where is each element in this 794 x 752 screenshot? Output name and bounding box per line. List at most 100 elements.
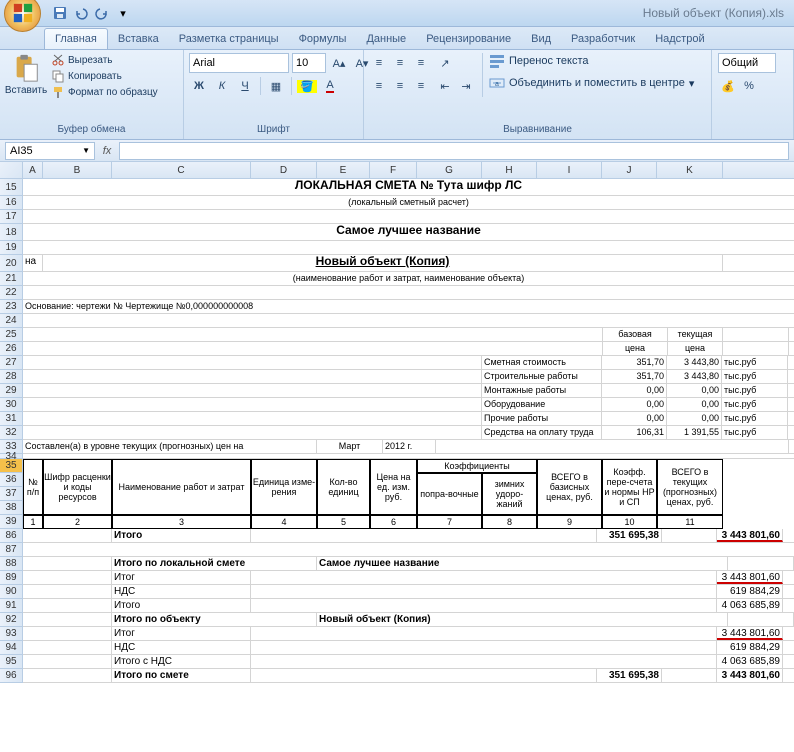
row-header-21[interactable]: 21 xyxy=(0,272,22,286)
row-header-29[interactable]: 29 xyxy=(0,384,22,398)
tab-developer[interactable]: Разработчик xyxy=(561,29,645,49)
wrap-text-button[interactable]: Перенос текста xyxy=(489,53,694,69)
align-top-icon[interactable]: ≡ xyxy=(369,53,389,73)
tab-data[interactable]: Данные xyxy=(356,29,416,49)
orientation-icon[interactable]: ↗ xyxy=(435,53,455,73)
group-alignment-label: Выравнивание xyxy=(369,123,706,136)
row-header-18[interactable]: 18 xyxy=(0,224,22,241)
col-header-E[interactable]: E xyxy=(317,162,370,178)
col-header-K[interactable]: K xyxy=(657,162,723,178)
align-center-icon[interactable]: ≡ xyxy=(390,76,410,96)
number-format-select[interactable] xyxy=(718,53,776,73)
row-header-28[interactable]: 28 xyxy=(0,370,22,384)
row-header-91[interactable]: 91 xyxy=(0,599,22,613)
row-header-17[interactable]: 17 xyxy=(0,210,22,224)
row-header-94[interactable]: 94 xyxy=(0,641,22,655)
fx-icon[interactable]: fx xyxy=(99,145,115,157)
row-header-35[interactable]: 35 xyxy=(0,459,22,473)
qat-more-icon[interactable]: ▾ xyxy=(114,4,132,22)
subtitle3: (наименование работ и затрат, наименован… xyxy=(23,272,794,285)
bold-button[interactable]: Ж xyxy=(189,76,209,96)
cut-button[interactable]: Вырезать xyxy=(51,53,158,67)
decrease-indent-icon[interactable]: ⇤ xyxy=(435,76,455,96)
percent-icon[interactable]: % xyxy=(739,76,759,96)
tab-review[interactable]: Рецензирование xyxy=(416,29,521,49)
align-middle-icon[interactable]: ≡ xyxy=(390,53,410,73)
border-button[interactable]: ▦ xyxy=(266,76,286,96)
cells[interactable]: ЛОКАЛЬНАЯ СМЕТА № Тута шифр ЛС(локальный… xyxy=(23,179,794,683)
row-headers: 1516171819202122232425262728293031323334… xyxy=(0,179,23,683)
grow-font-icon[interactable]: A▴ xyxy=(329,53,349,73)
fill-color-button[interactable]: 🪣 xyxy=(297,76,317,96)
format-painter-button[interactable]: Формат по образцу xyxy=(51,85,158,99)
row-header-20[interactable]: 20 xyxy=(0,255,22,272)
row-header-26[interactable]: 26 xyxy=(0,342,22,356)
row-header-31[interactable]: 31 xyxy=(0,412,22,426)
row-header-96[interactable]: 96 xyxy=(0,669,22,683)
row-header-22[interactable]: 22 xyxy=(0,286,22,300)
row-header-95[interactable]: 95 xyxy=(0,655,22,669)
align-bottom-icon[interactable]: ≡ xyxy=(411,53,431,73)
row-header-30[interactable]: 30 xyxy=(0,398,22,412)
col-header-A[interactable]: A xyxy=(23,162,43,178)
ribbon-tabs: Главная Вставка Разметка страницы Формул… xyxy=(0,27,794,50)
row-header-15[interactable]: 15 xyxy=(0,179,22,196)
currency-icon[interactable]: 💰 xyxy=(718,76,738,96)
row-header-36[interactable]: 36 xyxy=(0,473,22,487)
col-header-F[interactable]: F xyxy=(370,162,417,178)
row-header-88[interactable]: 88 xyxy=(0,557,22,571)
tab-formulas[interactable]: Формулы xyxy=(289,29,357,49)
col-header-D[interactable]: D xyxy=(251,162,317,178)
row-header-90[interactable]: 90 xyxy=(0,585,22,599)
col-header-C[interactable]: C xyxy=(112,162,251,178)
tab-pagelayout[interactable]: Разметка страницы xyxy=(169,29,289,49)
paste-button[interactable]: Вставить xyxy=(5,53,47,96)
row-header-16[interactable]: 16 xyxy=(0,196,22,210)
align-left-icon[interactable]: ≡ xyxy=(369,76,389,96)
row-header-92[interactable]: 92 xyxy=(0,613,22,627)
col-header-I[interactable]: I xyxy=(537,162,602,178)
stat-label: Средства на оплату труда xyxy=(482,426,602,439)
row-header-89[interactable]: 89 xyxy=(0,571,22,585)
row-header-27[interactable]: 27 xyxy=(0,356,22,370)
row-header-37[interactable]: 37 xyxy=(0,487,22,501)
font-color-button[interactable]: A xyxy=(320,76,340,96)
row-header-87[interactable]: 87 xyxy=(0,543,22,557)
copy-button[interactable]: Копировать xyxy=(51,69,158,83)
name-box[interactable]: AI35▼ xyxy=(5,142,95,160)
row-header-38[interactable]: 38 xyxy=(0,501,22,515)
row-header-24[interactable]: 24 xyxy=(0,314,22,328)
basis: Основание: чертежи № Чертежище №0,000000… xyxy=(23,300,794,313)
increase-indent-icon[interactable]: ⇥ xyxy=(456,76,476,96)
row-header-25[interactable]: 25 xyxy=(0,328,22,342)
undo-icon[interactable] xyxy=(72,4,90,22)
row-header-86[interactable]: 86 xyxy=(0,529,22,543)
row-header-23[interactable]: 23 xyxy=(0,300,22,314)
italic-button[interactable]: К xyxy=(212,76,232,96)
col-header-H[interactable]: H xyxy=(482,162,537,178)
row-header-39[interactable]: 39 xyxy=(0,515,22,529)
group-clipboard-label: Буфер обмена xyxy=(5,123,178,136)
align-right-icon[interactable]: ≡ xyxy=(411,76,431,96)
tab-addins[interactable]: Надстрой xyxy=(645,29,714,49)
underline-button[interactable]: Ч xyxy=(235,76,255,96)
col-header-J[interactable]: J xyxy=(602,162,657,178)
row-header-19[interactable]: 19 xyxy=(0,241,22,255)
ribbon: Вставить Вырезать Копировать Формат по о… xyxy=(0,50,794,140)
tab-view[interactable]: Вид xyxy=(521,29,561,49)
formula-input[interactable] xyxy=(119,142,789,160)
select-all-corner[interactable] xyxy=(0,162,23,179)
save-icon[interactable] xyxy=(51,4,69,22)
font-name-select[interactable] xyxy=(189,53,289,73)
row-header-93[interactable]: 93 xyxy=(0,627,22,641)
stat-label: Оборудование xyxy=(482,398,602,411)
tab-home[interactable]: Главная xyxy=(44,28,108,49)
font-size-select[interactable] xyxy=(292,53,326,73)
col-header-G[interactable]: G xyxy=(417,162,482,178)
column-headers: ABCDEFGHIJK xyxy=(23,162,794,179)
tab-insert[interactable]: Вставка xyxy=(108,29,169,49)
col-header-B[interactable]: B xyxy=(43,162,112,178)
merge-center-button[interactable]: aОбъединить и поместить в центре ▾ xyxy=(489,75,694,91)
redo-icon[interactable] xyxy=(93,4,111,22)
row-header-32[interactable]: 32 xyxy=(0,426,22,440)
